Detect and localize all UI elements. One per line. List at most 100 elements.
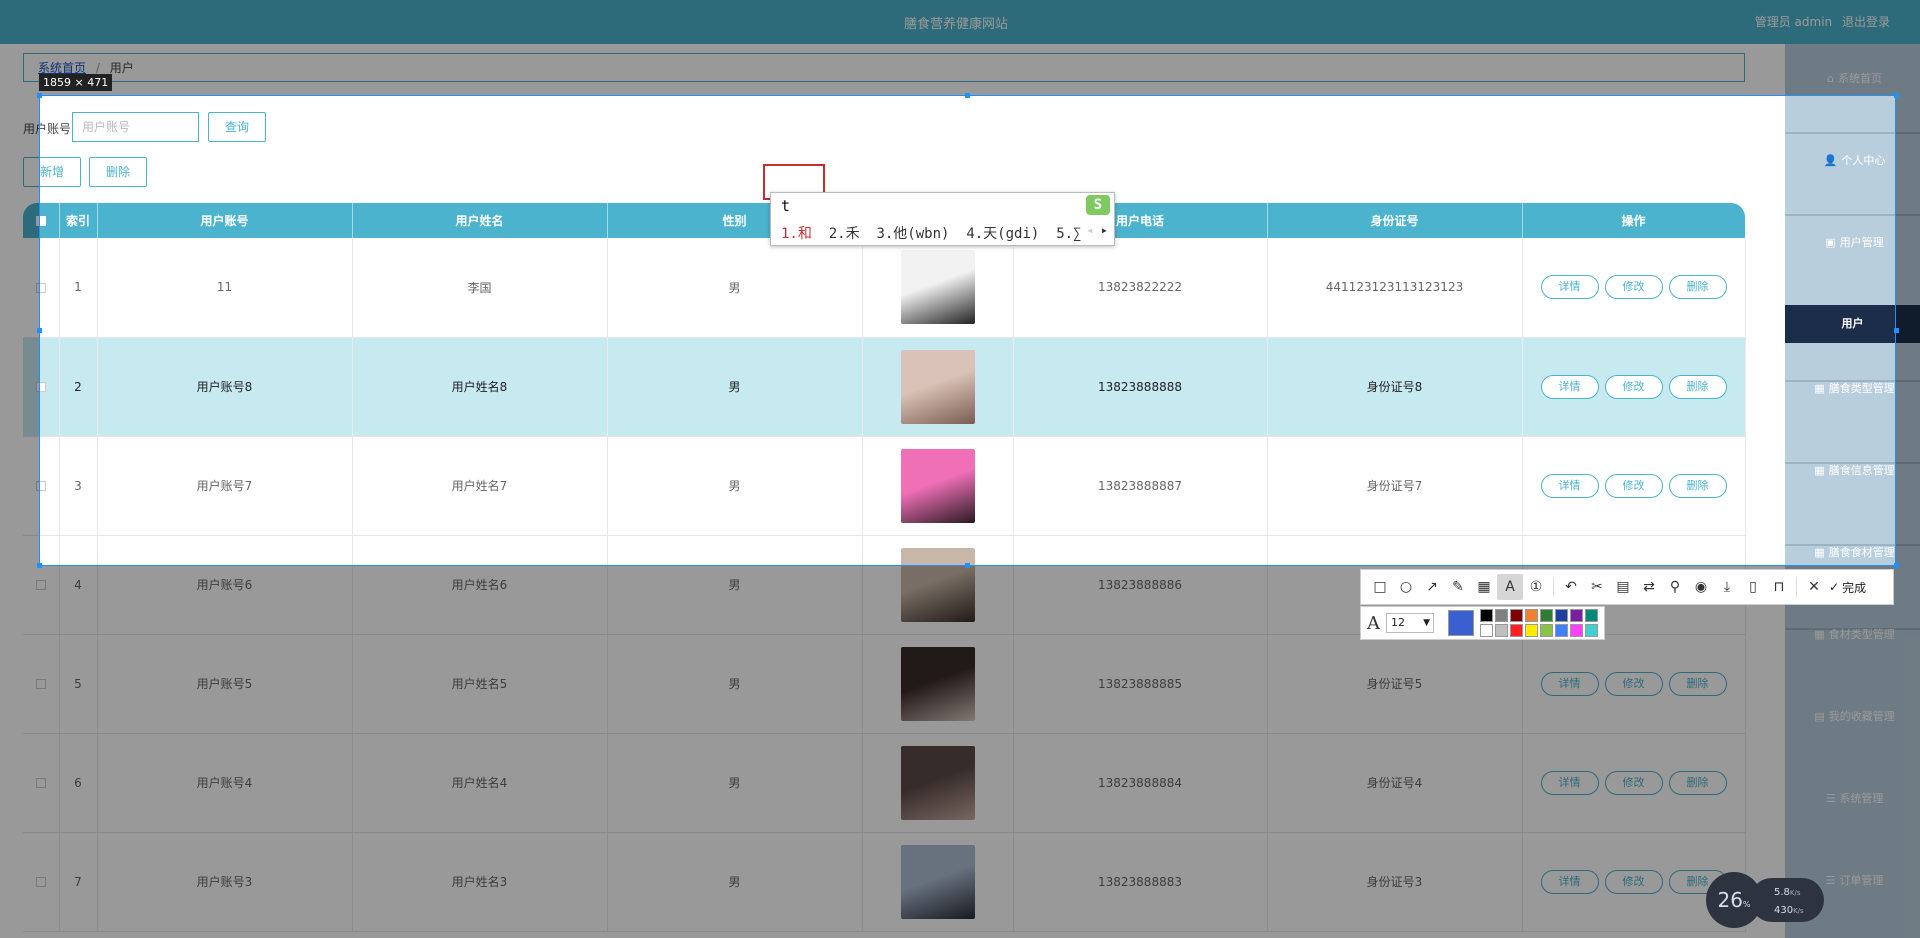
add-button[interactable]: 新增: [23, 157, 81, 187]
select-all-checkbox[interactable]: [35, 216, 46, 226]
row-checkbox-cell[interactable]: [23, 238, 60, 338]
resize-handle[interactable]: [965, 563, 970, 568]
undo-icon[interactable]: ↶: [1558, 574, 1584, 600]
close-icon[interactable]: ✕: [1801, 574, 1827, 600]
arrow-tool-icon[interactable]: ↗: [1419, 574, 1445, 600]
row-checkbox-cell[interactable]: [23, 337, 60, 437]
color-swatch[interactable]: [1525, 609, 1538, 622]
row-checkbox-cell[interactable]: [23, 436, 60, 536]
sidebar-item[interactable]: grid-icon▦膳食信息管理: [1785, 452, 1920, 490]
detail-button[interactable]: 详情: [1540, 473, 1599, 498]
row-checkbox[interactable]: [35, 679, 46, 689]
row-checkbox[interactable]: [35, 778, 46, 788]
sidebar-item[interactable]: grid-icon▦膳食食材管理: [1785, 534, 1920, 572]
color-swatch[interactable]: [1570, 609, 1583, 622]
color-swatch[interactable]: [1585, 624, 1598, 637]
sidebar-item[interactable]: grid-icon▦食材类型管理: [1785, 616, 1920, 654]
color-swatch[interactable]: [1585, 609, 1598, 622]
edit-button[interactable]: 修改: [1604, 374, 1663, 399]
color-swatch[interactable]: [1480, 609, 1493, 622]
mosaic-tool-icon[interactable]: ▦: [1471, 574, 1497, 600]
delete-button[interactable]: 删除: [1668, 374, 1727, 399]
done-button[interactable]: ✓ 完成: [1829, 579, 1866, 596]
color-swatch[interactable]: [1480, 624, 1493, 637]
edit-button[interactable]: 修改: [1604, 473, 1663, 498]
ellipse-tool-icon[interactable]: ○: [1393, 574, 1419, 600]
color-swatch[interactable]: [1495, 624, 1508, 637]
number-tool-icon[interactable]: ①: [1523, 574, 1549, 600]
edit-button[interactable]: 修改: [1604, 869, 1663, 894]
search-button[interactable]: 查询: [208, 112, 266, 142]
ime-page-arrows[interactable]: ◂ ▸: [1086, 223, 1108, 237]
color-swatch[interactable]: [1555, 624, 1568, 637]
pin-icon[interactable]: ⚲: [1662, 574, 1688, 600]
text-tool-icon[interactable]: A: [1497, 574, 1523, 600]
row-checkbox[interactable]: [35, 481, 46, 491]
row-checkbox-cell[interactable]: [23, 634, 60, 734]
scissors-icon[interactable]: ✂: [1584, 574, 1610, 600]
translate-icon[interactable]: ⇄: [1636, 574, 1662, 600]
select-all-cell[interactable]: [23, 203, 60, 238]
batch-delete-button[interactable]: 删除: [89, 157, 147, 187]
ime-candidate[interactable]: 1.和: [781, 226, 812, 242]
pen-tool-icon[interactable]: ✎: [1445, 574, 1471, 600]
sidebar-item[interactable]: file-icon▤我的收藏管理: [1785, 698, 1920, 736]
resize-handle[interactable]: [37, 563, 42, 568]
color-swatch[interactable]: [1495, 609, 1508, 622]
color-swatch[interactable]: [1510, 624, 1523, 637]
edit-button[interactable]: 修改: [1604, 671, 1663, 696]
resize-handle[interactable]: [965, 93, 970, 98]
detail-button[interactable]: 详情: [1540, 374, 1599, 399]
search-input[interactable]: [72, 112, 199, 142]
prev-page-icon[interactable]: ◂: [1086, 223, 1093, 237]
delete-button[interactable]: 删除: [1668, 770, 1727, 795]
color-swatch[interactable]: [1540, 624, 1553, 637]
row-checkbox[interactable]: [35, 282, 46, 293]
sidebar-item[interactable]: list-icon☰系统管理: [1785, 780, 1920, 818]
row-checkbox-cell[interactable]: [23, 535, 60, 635]
edit-button[interactable]: 修改: [1604, 770, 1663, 795]
delete-button[interactable]: 删除: [1668, 671, 1727, 696]
sidebar-item[interactable]: user-icon👤个人中心: [1785, 142, 1920, 180]
next-page-icon[interactable]: ▸: [1101, 223, 1108, 237]
color-swatch[interactable]: [1540, 609, 1553, 622]
breadcrumb-home[interactable]: 系统首页: [38, 61, 86, 75]
row-checkbox[interactable]: [35, 877, 46, 887]
detail-button[interactable]: 详情: [1540, 869, 1599, 894]
row-checkbox[interactable]: [35, 580, 46, 590]
sidebar-item[interactable]: briefcase-icon▣用户管理: [1785, 224, 1920, 262]
phone-icon[interactable]: ▯: [1740, 574, 1766, 600]
ocr-icon[interactable]: ▤: [1610, 574, 1636, 600]
sidebar-item[interactable]: grid-icon▦膳食类型管理: [1785, 370, 1920, 408]
delete-button[interactable]: 删除: [1668, 473, 1727, 498]
ime-candidate[interactable]: 4.天(gdi): [966, 226, 1039, 242]
row-checkbox[interactable]: [35, 382, 46, 392]
current-color-swatch[interactable]: [1448, 610, 1474, 636]
ime-candidate[interactable]: 5.∑: [1056, 226, 1081, 242]
sidebar-item[interactable]: 用户: [1785, 305, 1920, 343]
sidebar-item[interactable]: home-icon⌂系统首页: [1785, 60, 1920, 98]
rectangle-tool-icon[interactable]: □: [1367, 574, 1393, 600]
edit-button[interactable]: 修改: [1604, 275, 1663, 300]
font-size-select[interactable]: 12 ▼: [1386, 613, 1434, 633]
resize-handle[interactable]: [1894, 328, 1899, 333]
color-swatch[interactable]: [1510, 609, 1523, 622]
resize-handle[interactable]: [1894, 93, 1899, 98]
detail-button[interactable]: 详情: [1540, 275, 1599, 300]
row-checkbox-cell[interactable]: [23, 832, 60, 932]
detail-button[interactable]: 详情: [1540, 671, 1599, 696]
resize-handle[interactable]: [37, 93, 42, 98]
logout-link[interactable]: 退出登录: [1842, 15, 1890, 29]
delete-button[interactable]: 删除: [1668, 275, 1727, 300]
ime-candidate[interactable]: 2.禾: [829, 226, 860, 242]
resize-handle[interactable]: [37, 328, 42, 333]
record-icon[interactable]: ◉: [1688, 574, 1714, 600]
color-swatch[interactable]: [1570, 624, 1583, 637]
color-swatch[interactable]: [1555, 609, 1568, 622]
color-swatch[interactable]: [1525, 624, 1538, 637]
row-checkbox-cell[interactable]: [23, 733, 60, 833]
download-icon[interactable]: ⤓: [1714, 574, 1740, 600]
bookmark-icon[interactable]: ⊓: [1766, 574, 1792, 600]
ime-candidate[interactable]: 3.他(wbn): [876, 226, 949, 242]
detail-button[interactable]: 详情: [1540, 770, 1599, 795]
